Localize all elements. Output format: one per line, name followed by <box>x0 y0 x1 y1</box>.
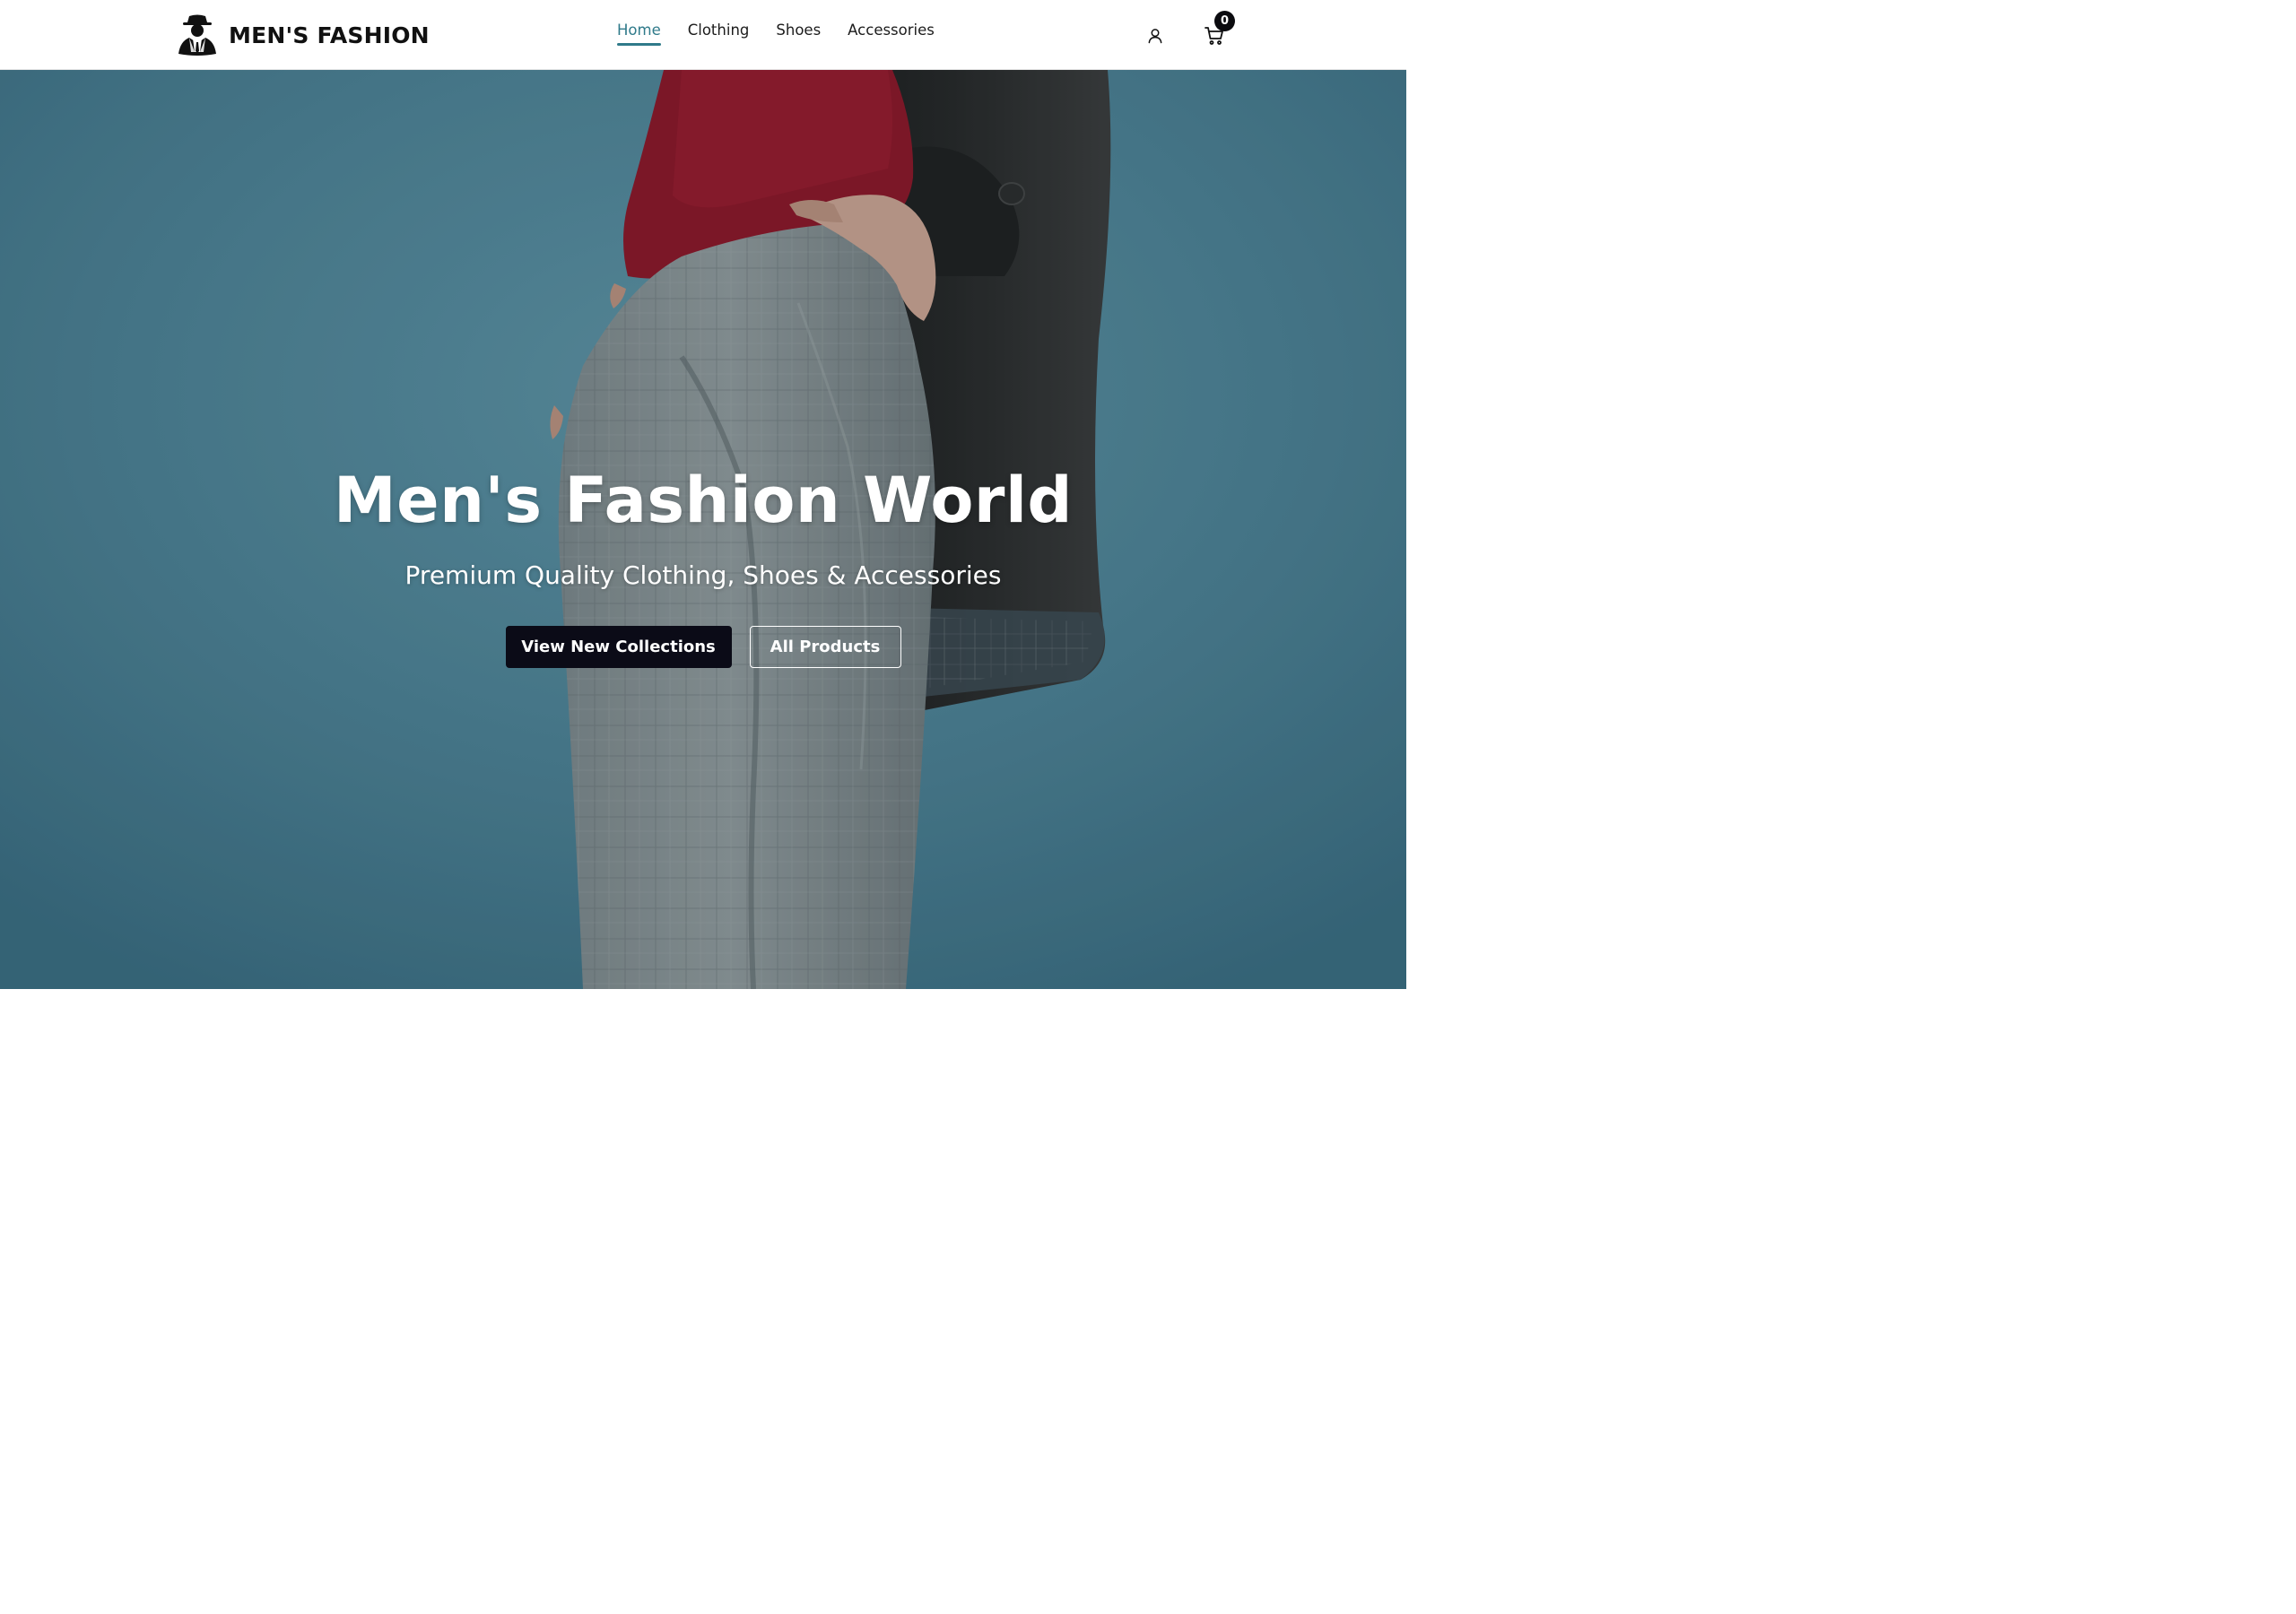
hero-actions: View New Collections All Products <box>0 626 1406 668</box>
nav-link-shoes[interactable]: Shoes <box>776 22 821 46</box>
account-button[interactable] <box>1143 23 1168 48</box>
nav-link-clothing[interactable]: Clothing <box>688 22 750 46</box>
nav-link-home[interactable]: Home <box>617 22 661 46</box>
hero-subtitle: Premium Quality Clothing, Shoes & Access… <box>404 560 1002 590</box>
all-products-button[interactable]: All Products <box>749 626 901 668</box>
page: MEN'S FASHION Home Clothing Shoes Access… <box>0 0 1406 989</box>
nav-link-accessories[interactable]: Accessories <box>848 22 935 46</box>
view-new-collections-button[interactable]: View New Collections <box>505 626 732 668</box>
hero-content: Men's Fashion World Premium Quality Clot… <box>0 463 1406 668</box>
hero-section: Men's Fashion World Premium Quality Clot… <box>0 70 1406 989</box>
brand-link[interactable]: MEN'S FASHION <box>175 13 430 57</box>
brand-name: MEN'S FASHION <box>229 22 430 48</box>
gentleman-hat-icon <box>178 14 216 56</box>
hero-title: Men's Fashion World <box>333 464 1074 537</box>
site-header: MEN'S FASHION Home Clothing Shoes Access… <box>0 0 1406 70</box>
user-icon <box>1148 29 1162 44</box>
cart-count-badge: 0 <box>1214 11 1235 31</box>
main-nav: Home Clothing Shoes Accessories <box>617 22 935 46</box>
